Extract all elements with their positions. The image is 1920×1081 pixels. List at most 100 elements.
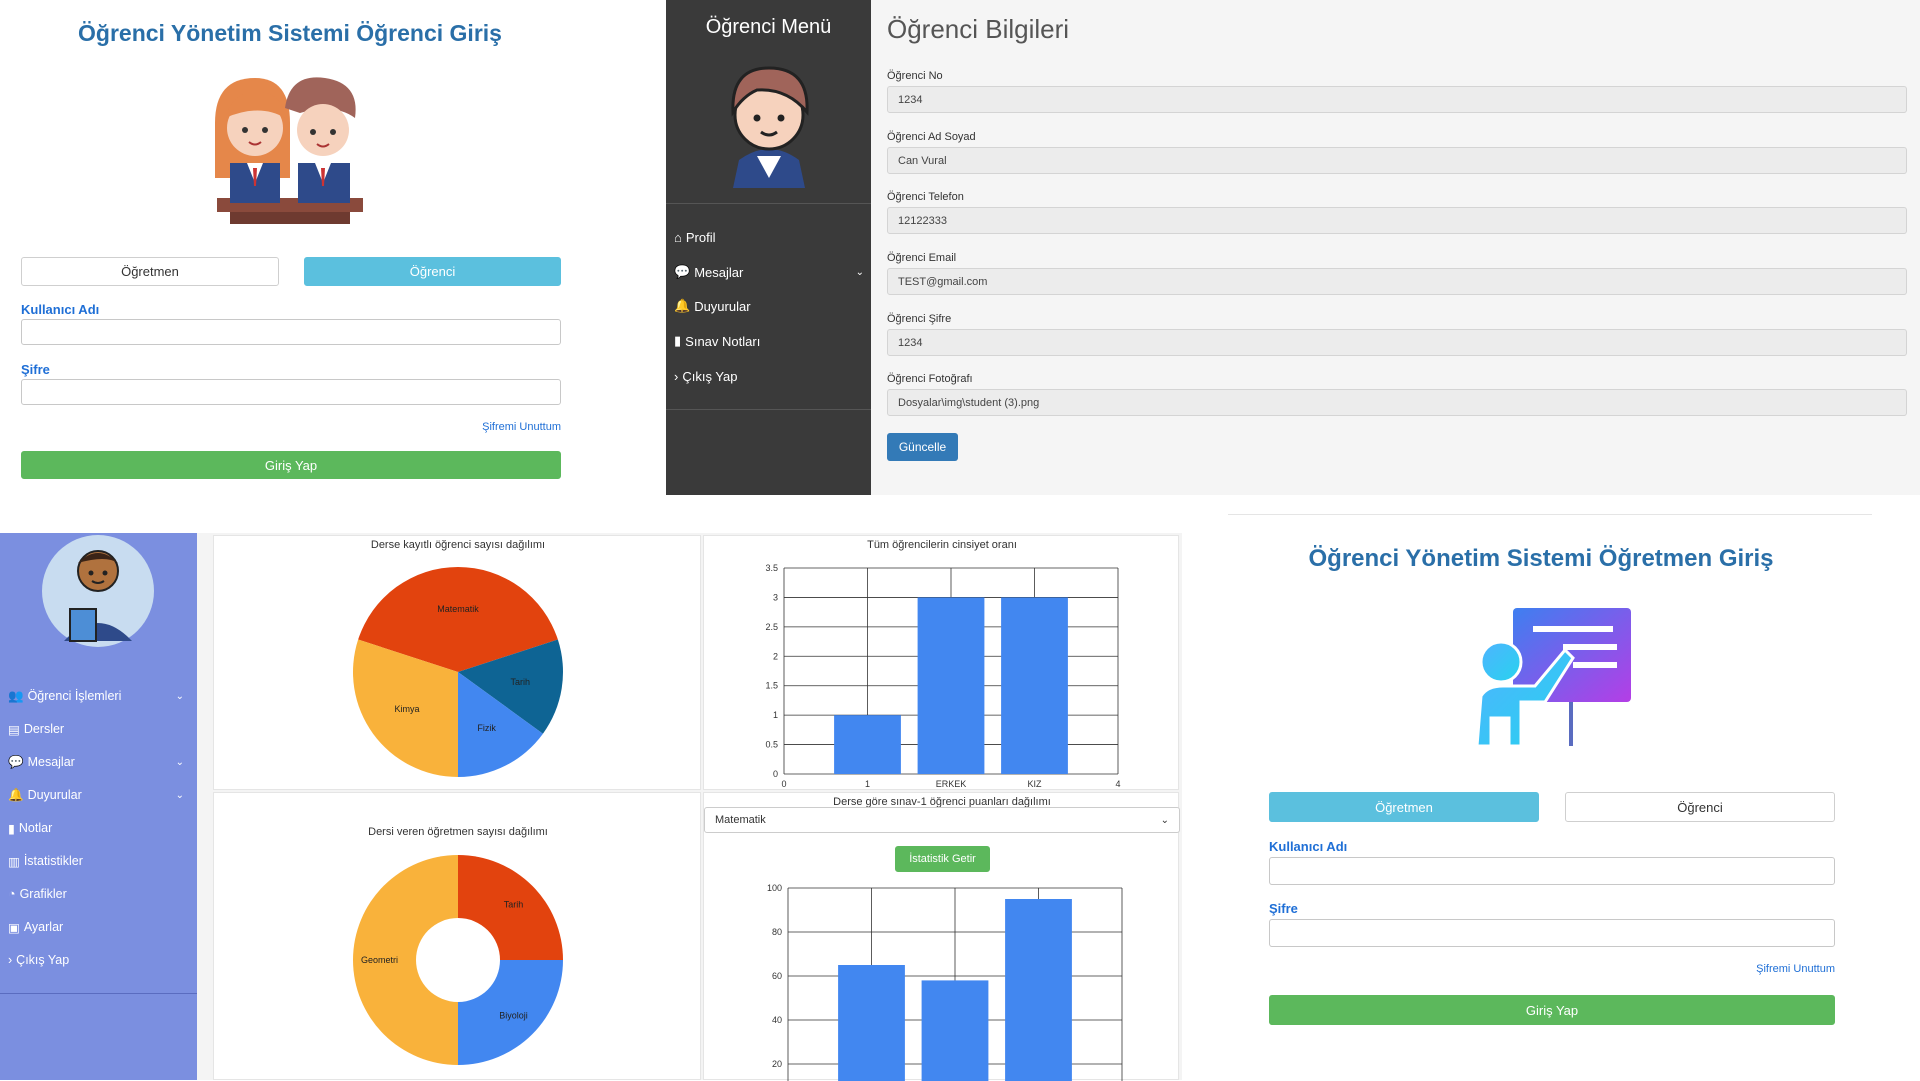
bar (917, 597, 985, 774)
tab-student[interactable]: Öğrenci (1565, 792, 1835, 822)
login-button[interactable]: Giriş Yap (1269, 995, 1835, 1025)
student-sidebar: Öğrenci Menü ⌂ Profil 💬 Mesajlar ⌄ 🔔 Duy… (666, 0, 871, 495)
students-illustration (215, 77, 363, 224)
password-input[interactable] (21, 379, 561, 405)
clipboard-icon: ▮ (674, 333, 682, 348)
sidebar-item-duyurular[interactable]: 🔔 Duyurular (674, 295, 864, 317)
slice-label: Fizik (477, 723, 496, 733)
clipboard-icon: ▮ (8, 821, 15, 836)
sidebar-item-mesajlar[interactable]: 💬 Mesajlar ⌄ (8, 752, 184, 772)
sidebar-item-label: Duyurular (27, 788, 82, 802)
x-tick-label: 1 (865, 779, 870, 789)
tab-student[interactable]: Öğrenci (304, 257, 561, 286)
sidebar-item-ogrenci-islemleri[interactable]: 👥 Öğrenci İşlemleri ⌄ (8, 686, 184, 706)
sidebar-item-cikis[interactable]: › Çıkış Yap (674, 365, 864, 387)
sidebar-item-label: Öğrenci İşlemleri (27, 689, 122, 703)
forgot-password-link[interactable]: Şifremi Unuttum (361, 421, 561, 433)
chart-card: Dersi veren öğretmen sayısı dağılımı Tar… (213, 792, 701, 1080)
sidebar-divider (0, 993, 197, 994)
x-tick-label: 0 (781, 779, 786, 789)
tab-teacher[interactable]: Öğretmen (21, 257, 279, 286)
y-tick-label: 2.5 (765, 622, 778, 632)
bar (838, 965, 905, 1081)
student-photo-field[interactable]: Dosyalar\img\student (3).png (887, 389, 1907, 416)
page-title: Öğrenci Yönetim Sistemi Öğrenci Giriş (78, 20, 502, 46)
username-input[interactable] (21, 319, 561, 345)
sidebar-item-label: Çıkış Yap (16, 953, 70, 967)
sidebar-item-label: Mesajlar (27, 755, 75, 769)
admin-sidebar: 👥 Öğrenci İşlemleri ⌄ ▤ Dersler 💬 Mesajl… (0, 533, 197, 1080)
teacher-login-panel: Öğrenci Yönetim Sistemi Öğretmen Giriş Ö… (1182, 510, 1920, 1080)
subject-select-value: Matematik (715, 814, 766, 826)
chart-title: Derse kayıtlı öğrenci sayısı dağılımı (370, 539, 546, 551)
subject-select[interactable]: Matematik ⌄ (704, 807, 1180, 833)
sidebar-item-duyurular[interactable]: 🔔 Duyurular ⌄ (8, 785, 184, 805)
tab-teacher[interactable]: Öğretmen (1269, 792, 1539, 822)
student-password-field[interactable]: 1234 (887, 329, 1907, 356)
student-name-field[interactable]: Can Vural (887, 147, 1907, 174)
book-icon: ▤ (8, 722, 20, 737)
sidebar-item-label: Ayarlar (23, 920, 64, 934)
chart-card: Tüm öğrencilerin cinsiyet oranı 0 0.5 1 1.5… (703, 535, 1179, 790)
y-tick-label: 1 (773, 710, 778, 720)
sidebar-item-notlar[interactable]: ▮ Notlar (8, 818, 184, 838)
chevron-down-icon: ⌄ (175, 789, 184, 801)
slice-label: Matematik (437, 604, 479, 614)
sidebar-item-mesajlar[interactable]: 💬 Mesajlar ⌄ (674, 261, 864, 283)
y-tick-label: 0 (773, 769, 778, 779)
stats-button[interactable]: İstatistik Getir (895, 846, 990, 872)
charts-area: Derse kayıtlı öğrenci sayısı dağılımı Ma… (197, 533, 1182, 1081)
sidebar-item-cikis[interactable]: › Çıkış Yap (8, 950, 184, 970)
chevron-down-icon: ⌄ (1160, 814, 1169, 826)
student-login-panel: Öğrenci Yönetim Sistemi Öğrenci Giriş Öğ… (0, 0, 561, 495)
sidebar-item-grafikler[interactable]: ◔ Grafikler (8, 884, 184, 904)
page-title: Öğrenci Yönetim Sistemi Öğretmen Giriş (1308, 545, 1774, 572)
sidebar-item-sinav-notlari[interactable]: ▮ Sınav Notları (674, 330, 864, 352)
slice-label: Tarih (510, 677, 530, 687)
sidebar-divider (666, 409, 871, 410)
bar-chart: 0 0.5 1 1.5 2 2.5 3 3.5 0 1 ERKEK KIZ 4 (765, 563, 1120, 789)
teacher-presentation-icon (1475, 608, 1631, 748)
username-input[interactable] (1269, 857, 1835, 885)
field-label: Öğrenci No (887, 70, 943, 82)
student-email-field[interactable]: TEST@gmail.com (887, 268, 1907, 295)
sidebar-item-ayarlar[interactable]: ▣ Ayarlar (8, 917, 184, 937)
student-no-field[interactable]: 1234 (887, 86, 1907, 113)
student-avatar-icon (731, 66, 809, 188)
forgot-password-link[interactable]: Şifremi Unuttum (1635, 963, 1835, 975)
sidebar-item-label: Dersler (23, 722, 65, 736)
sidebar-item-profil[interactable]: ⌂ Profil (674, 226, 864, 248)
home-icon: ⌂ (674, 229, 682, 245)
y-tick-label: 3.5 (765, 563, 778, 573)
y-tick-label: 40 (772, 1015, 782, 1025)
y-tick-label: 1.5 (765, 681, 778, 691)
chart-title: Dersi veren öğretmen sayısı dağılımı (368, 826, 548, 838)
slice-label: Geometri (361, 955, 398, 965)
update-button[interactable]: Güncelle (887, 433, 958, 461)
bar (1001, 597, 1068, 774)
y-tick-label: 20 (772, 1059, 782, 1069)
y-tick-label: 80 (772, 927, 782, 937)
x-tick-label: 4 (1115, 779, 1120, 789)
teacher-avatar-icon (42, 535, 154, 647)
users-icon: 👥 (8, 688, 24, 703)
sidebar-item-label: Notlar (18, 821, 53, 835)
slice-label: Tarih (504, 899, 524, 909)
pie-chart-icon: ◔ (8, 887, 16, 901)
password-input[interactable] (1269, 919, 1835, 947)
chart-card: Derse göre sınav-1 öğrenci puanları dağı… (703, 792, 1180, 1081)
briefcase-icon: ▣ (8, 920, 20, 935)
x-tick-label: KIZ (1027, 779, 1042, 789)
login-button[interactable]: Giriş Yap (21, 451, 561, 479)
sidebar-item-dersler[interactable]: ▤ Dersler (8, 719, 184, 739)
bar (921, 980, 989, 1081)
y-tick-label: 60 (772, 971, 782, 981)
username-label: Kullanıcı Adı (21, 302, 100, 317)
student-phone-field[interactable]: 12122333 (887, 207, 1907, 234)
bell-icon: 🔔 (674, 298, 691, 313)
sidebar-item-istatistikler[interactable]: ▥ İstatistikler (8, 851, 184, 871)
comments-icon: 💬 (674, 264, 691, 279)
chevron-right-icon: › (8, 953, 13, 967)
password-label: Şifre (1269, 901, 1298, 916)
comments-icon: 💬 (8, 754, 24, 769)
